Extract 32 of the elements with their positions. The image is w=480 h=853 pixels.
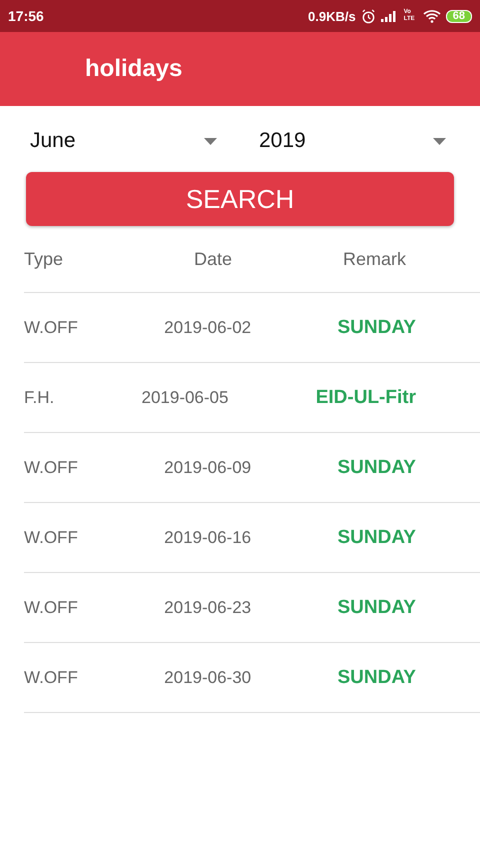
table-cell: W.OFF	[24, 598, 78, 618]
table-cell: F.H.	[24, 388, 54, 408]
table-cell: W.OFF	[24, 668, 78, 688]
network-speed: 0.9KB/s	[308, 8, 356, 24]
table-cell: W.OFF	[24, 528, 78, 548]
table-cell: EID-UL-Fitr	[316, 386, 416, 408]
dropdown-arrow-icon	[204, 138, 217, 144]
status-time: 17:56	[8, 8, 44, 24]
alarm-icon	[360, 8, 376, 24]
dropdown[interactable]: June	[30, 120, 229, 162]
table-cell: 2019-06-05	[142, 388, 228, 408]
table-cell: W.OFF	[24, 318, 78, 338]
table-cell: SUNDAY	[337, 316, 416, 338]
table-cell: 2019-06-09	[164, 458, 252, 478]
column-header: Type	[24, 248, 64, 270]
dropdown[interactable]: 2019	[259, 120, 446, 162]
column-header: Date	[194, 248, 232, 270]
table-cell: 2019-06-02	[164, 318, 252, 338]
table-cell: SUNDAY	[337, 526, 416, 548]
table-cell: W.OFF	[24, 458, 78, 478]
table-cell: SUNDAY	[337, 596, 416, 618]
table-cell: 2019-06-23	[164, 598, 252, 618]
table-cell: SUNDAY	[337, 666, 416, 688]
search-button[interactable]: SEARCH	[26, 172, 454, 226]
table-cell: SUNDAY	[337, 456, 416, 478]
table-cell: 2019-06-16	[164, 528, 252, 548]
dropdown-arrow-icon	[433, 138, 446, 144]
table-cell: 2019-06-30	[164, 668, 252, 688]
column-header: Remark	[342, 248, 406, 270]
app-title: holidays	[85, 55, 182, 83]
wifi-icon	[422, 9, 441, 23]
battery-indicator: 68	[446, 10, 472, 22]
